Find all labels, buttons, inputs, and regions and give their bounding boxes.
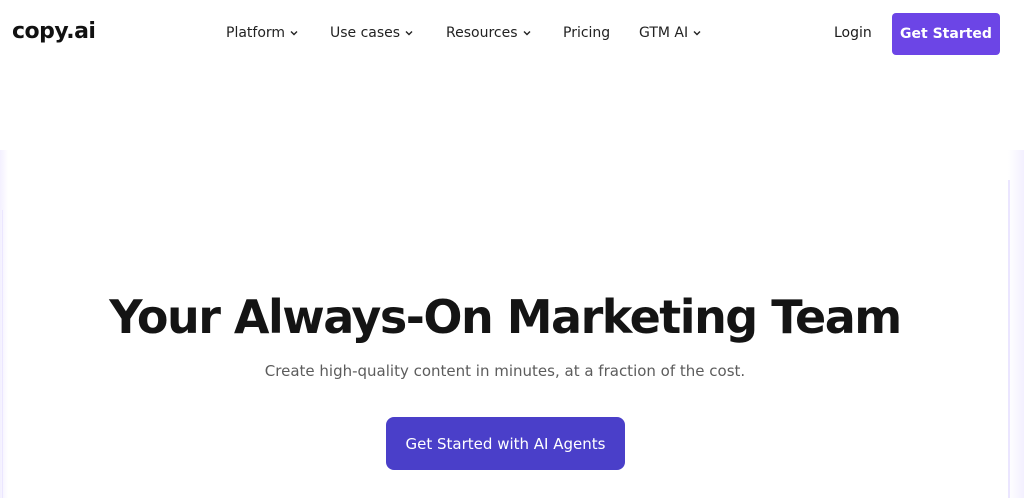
nav-item-pricing[interactable]: Pricing — [563, 25, 610, 41]
nav-item-resources[interactable]: Resources — [446, 25, 532, 41]
site-header: copy.ai Platform Use cases Resources Pri… — [0, 0, 1024, 68]
hero-title: Your Always-On Marketing Team — [109, 290, 902, 344]
nav-item-gtm-ai[interactable]: GTM AI — [639, 25, 702, 41]
chevron-down-icon — [523, 31, 530, 36]
nav-item-platform[interactable]: Platform — [226, 25, 299, 41]
nav-item-label: Use cases — [330, 25, 401, 41]
get-started-button[interactable]: Get Started — [892, 13, 1000, 55]
chevron-down-icon — [693, 31, 701, 36]
chevron-down-icon — [405, 31, 413, 36]
login-link[interactable]: Login — [834, 25, 872, 41]
nav-item-use-cases[interactable]: Use cases — [330, 25, 414, 41]
nav-item-label: Resources — [446, 25, 518, 41]
copy-ai-logo[interactable]: copy.ai — [12, 19, 96, 44]
nav-item-label: Pricing — [563, 25, 611, 41]
get-started-ai-agents-button[interactable]: Get Started with AI Agents — [386, 417, 625, 470]
nav-item-label: GTM AI — [639, 25, 689, 41]
nav-item-label: Platform — [226, 25, 286, 41]
chevron-down-icon — [290, 31, 298, 36]
hero-subtitle: Create high-quality content in minutes, … — [264, 362, 746, 380]
hero-border-left — [2, 210, 3, 498]
